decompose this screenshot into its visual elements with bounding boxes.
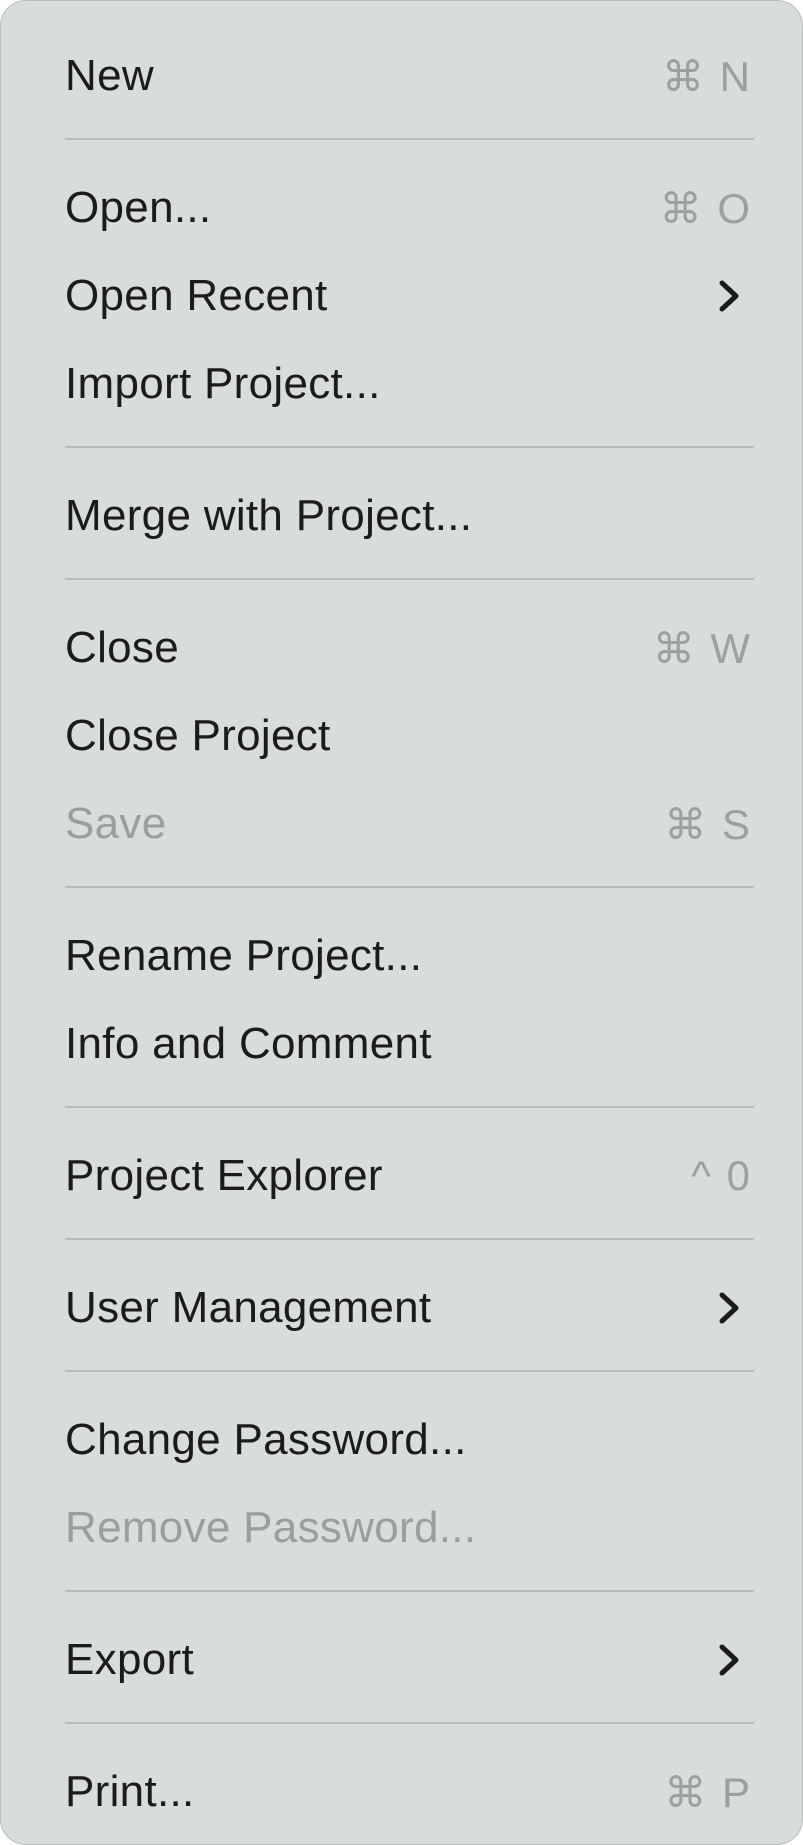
menu-item-project-explorer[interactable]: Project Explorer ^ 0: [1, 1132, 802, 1220]
chevron-right-icon: [719, 1644, 739, 1676]
menu-item-label: Import Project...: [65, 359, 381, 408]
menu-item-import-project[interactable]: Import Project...: [1, 340, 802, 428]
menu-separator: [65, 446, 754, 448]
menu-item-user-management[interactable]: User Management: [1, 1264, 802, 1352]
menu-item-info-and-comment[interactable]: Info and Comment: [1, 1000, 802, 1088]
menu-item-open[interactable]: Open... ⌘ O: [1, 164, 802, 252]
chevron-right-icon: [719, 1292, 739, 1324]
menu-item-label: Project Explorer: [65, 1151, 383, 1200]
menu-item-label: Rename Project...: [65, 931, 423, 980]
menu-item-label: Open Recent: [65, 271, 328, 320]
menu-item-label: Export: [65, 1635, 194, 1684]
shortcut-label: ^ 0: [691, 1152, 752, 1199]
menu-separator: [65, 1590, 754, 1592]
shortcut-label: ⌘ W: [652, 624, 752, 672]
menu-separator: [65, 1722, 754, 1724]
menu-item-label: Change Password...: [65, 1415, 467, 1464]
menu-item-close-project[interactable]: Close Project: [1, 692, 802, 780]
menu-item-change-password[interactable]: Change Password...: [1, 1396, 802, 1484]
menu-item-new[interactable]: New ⌘ N: [1, 32, 802, 120]
shortcut-label: ⌘ S: [664, 800, 752, 848]
menu-item-label: User Management: [65, 1283, 432, 1332]
menu-separator: [65, 138, 754, 140]
menu-item-open-recent[interactable]: Open Recent: [1, 252, 802, 340]
menu-item-rename-project[interactable]: Rename Project...: [1, 912, 802, 1000]
menu-item-label: Close Project: [65, 711, 331, 760]
menu-item-label: Merge with Project...: [65, 491, 473, 540]
shortcut-label: ⌘ P: [664, 1768, 752, 1816]
menu-item-label: Print...: [65, 1767, 195, 1816]
menu-item-label: Info and Comment: [65, 1019, 432, 1068]
menu-separator: [65, 886, 754, 888]
menu-item-export[interactable]: Export: [1, 1616, 802, 1704]
menu-item-label: Open...: [65, 183, 212, 232]
menu-item-close[interactable]: Close ⌘ W: [1, 604, 802, 692]
menu-item-print[interactable]: Print... ⌘ P: [1, 1748, 802, 1836]
menu-item-label: New: [65, 51, 154, 100]
menu-item-label: Close: [65, 623, 179, 672]
menu-separator: [65, 578, 754, 580]
shortcut-label: ⌘ N: [662, 52, 752, 100]
menu-separator: [65, 1238, 754, 1240]
menu-item-remove-password: Remove Password...: [1, 1484, 802, 1572]
menu-item-save: Save ⌘ S: [1, 780, 802, 868]
file-menu: New ⌘ N Open... ⌘ O Open Recent Import P…: [0, 0, 803, 1845]
menu-separator: [65, 1106, 754, 1108]
menu-item-label: Remove Password...: [65, 1503, 477, 1552]
menu-item-label: Save: [65, 799, 167, 848]
menu-item-merge-with-project[interactable]: Merge with Project...: [1, 472, 802, 560]
shortcut-label: ⌘ O: [659, 184, 752, 232]
chevron-right-icon: [719, 280, 739, 312]
menu-separator: [65, 1370, 754, 1372]
